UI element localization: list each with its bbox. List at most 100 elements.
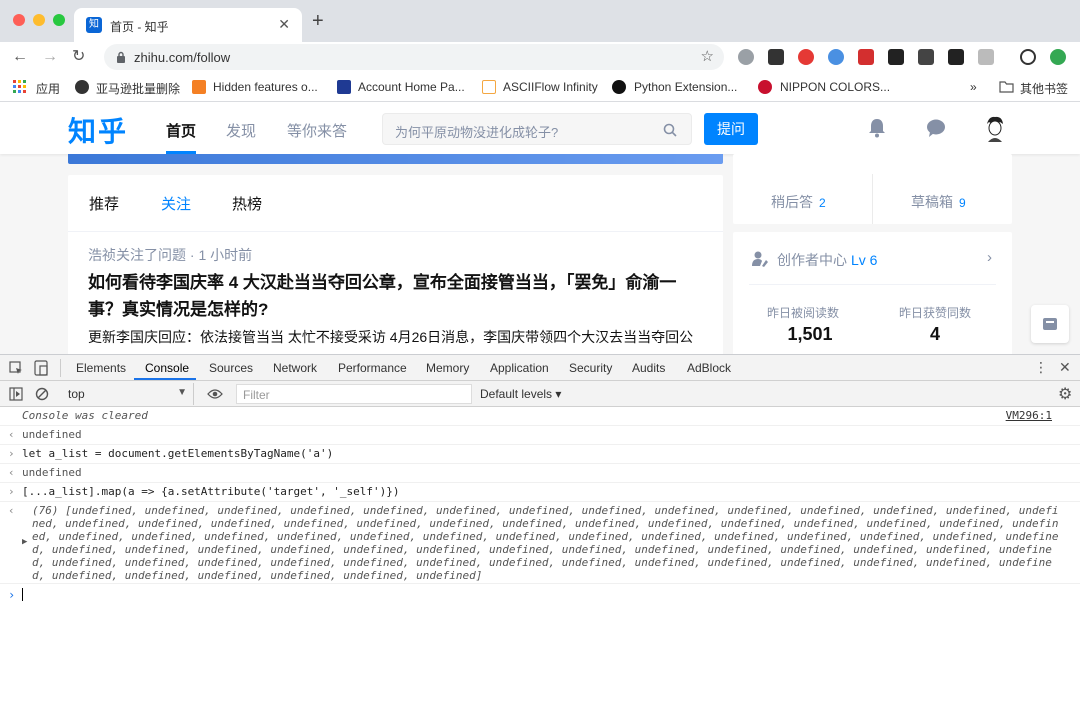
extension-icon[interactable]	[948, 49, 964, 65]
tab-following[interactable]: 关注	[161, 193, 191, 214]
creator-center-label: 创作者中心	[777, 252, 847, 268]
inspect-element-icon[interactable]	[9, 361, 23, 375]
context-value: top	[68, 387, 85, 401]
browser-titlebar: 知 首页 - 知乎 ✕ +	[0, 0, 1080, 42]
tab-sources[interactable]: Sources	[209, 361, 253, 375]
chevron-right-icon[interactable]: ›	[987, 249, 992, 266]
log-levels-dropdown[interactable]: Default levels ▾	[480, 387, 561, 401]
extension-icon[interactable]	[798, 49, 814, 65]
maximize-window-button[interactable]	[53, 14, 65, 26]
extension-icon[interactable]	[978, 49, 994, 65]
filter-placeholder: Filter	[243, 388, 270, 402]
expand-triangle-icon[interactable]: ▶	[22, 537, 27, 547]
browser-tab[interactable]: 知 首页 - 知乎 ✕	[74, 8, 302, 42]
tab-close-icon[interactable]: ✕	[278, 16, 290, 33]
context-select[interactable]: top ▼	[60, 383, 194, 405]
more-options-icon[interactable]: ⋮	[1034, 359, 1048, 376]
input-arrow-icon: ›	[8, 447, 15, 460]
tab-console[interactable]: Console	[145, 361, 189, 375]
feed-item-meta[interactable]: 浩祯关注了问题 · 1 小时前	[88, 245, 252, 265]
eye-icon[interactable]	[207, 388, 223, 400]
banner-strip	[68, 154, 723, 164]
console-command[interactable]: let a_list = document.getElementsByTagNa…	[22, 447, 333, 460]
tab-security[interactable]: Security	[569, 361, 612, 375]
message-icon[interactable]	[926, 118, 946, 138]
zhihu-logo[interactable]: 知乎	[68, 110, 128, 150]
extension-icon[interactable]	[738, 49, 754, 65]
source-link[interactable]: VM296:1	[1006, 409, 1052, 422]
back-arrow-icon[interactable]: ←	[12, 48, 28, 66]
browser-toolbar: ← → ↻ zhihu.com/follow ☆	[0, 42, 1080, 72]
drafts-link[interactable]: 草稿箱 9	[911, 192, 966, 212]
tab-adblock[interactable]: AdBlock	[687, 361, 731, 375]
extension-icon[interactable]	[768, 49, 784, 65]
other-bookmarks[interactable]: 其他书签	[1020, 80, 1068, 97]
dropdown-arrow-icon: ▼	[177, 387, 187, 398]
nav-discover[interactable]: 发现	[226, 120, 256, 141]
minimize-window-button[interactable]	[33, 14, 45, 26]
extension-icon[interactable]	[828, 49, 844, 65]
bookmark-item[interactable]: NIPPON COLORS...	[780, 80, 890, 94]
active-tab-indicator	[134, 378, 196, 380]
tab-application[interactable]: Application	[490, 361, 549, 375]
new-tab-button[interactable]: +	[312, 11, 324, 31]
tab-recommend[interactable]: 推荐	[89, 193, 119, 214]
extension-icon[interactable]	[918, 49, 934, 65]
devtools-tabbar: Elements Console Sources Network Perform…	[0, 355, 1080, 381]
stackoverflow-favicon-icon	[192, 80, 206, 94]
bookmark-star-icon[interactable]: ☆	[701, 47, 714, 65]
nav-home[interactable]: 首页	[166, 120, 196, 141]
inbox-icon	[1043, 318, 1057, 330]
bookmark-item[interactable]: Hidden features o...	[213, 80, 318, 94]
close-devtools-icon[interactable]: ✕	[1059, 359, 1071, 376]
tab-performance[interactable]: Performance	[338, 361, 407, 375]
console-filter-input[interactable]: Filter	[236, 384, 472, 404]
tab-elements[interactable]: Elements	[76, 361, 126, 375]
console-settings-gear-icon[interactable]: ⚙	[1058, 384, 1072, 404]
extension-icon[interactable]	[888, 49, 904, 65]
floating-action-button[interactable]	[1031, 305, 1069, 343]
nav-waiting[interactable]: 等你来答	[287, 120, 347, 141]
device-toolbar-icon[interactable]	[34, 360, 48, 376]
avatar[interactable]	[983, 114, 1007, 142]
forward-arrow-icon[interactable]: →	[42, 48, 58, 66]
url-text: zhihu.com/follow	[134, 50, 231, 65]
bookmark-item[interactable]: ASCIIFlow Infinity	[503, 80, 598, 94]
feed-item-excerpt[interactable]: 更新李国庆回应：依法接管当当 太忙不接受采访 4月26日消息，李国庆带领四个大汉…	[88, 327, 708, 347]
extension-icon[interactable]	[1050, 49, 1066, 65]
tab-network[interactable]: Network	[273, 361, 317, 375]
creator-level: Lv 6	[851, 252, 878, 268]
console-command[interactable]: [...a_list].map(a => {a.setAttribute('ta…	[22, 485, 400, 498]
extension-icon[interactable]	[858, 49, 874, 65]
tab-memory[interactable]: Memory	[426, 361, 469, 375]
bookmark-item[interactable]: Python Extension...	[634, 80, 737, 94]
sidebar-toggle-icon[interactable]	[9, 387, 23, 401]
tab-audits[interactable]: Audits	[632, 361, 665, 375]
console-line: ‹ undefined	[0, 464, 1080, 483]
zhihu-favicon-icon: 知	[86, 17, 102, 33]
bookmark-apps[interactable]: 应用	[36, 80, 60, 97]
extension-icon[interactable]	[1020, 49, 1036, 65]
close-window-button[interactable]	[13, 14, 25, 26]
console-result: undefined	[22, 466, 82, 479]
card-divider	[749, 284, 996, 285]
bell-icon[interactable]	[868, 118, 886, 138]
creator-center-link[interactable]: 创作者中心 Lv 6	[777, 250, 877, 270]
apps-grid-icon	[13, 80, 26, 93]
clear-console-icon[interactable]	[35, 387, 49, 401]
bookmark-item[interactable]: 亚马逊批量删除	[96, 80, 180, 97]
search-input[interactable]: 为何平原动物没进化成轮子?	[382, 113, 692, 145]
feed-item-title[interactable]: 如何看待李国庆率 4 大汉赴当当夺回公章，宣布全面接管当当，「罢免」俞渝一事？真…	[88, 269, 698, 323]
later-answer-link[interactable]: 稍后答 2	[771, 192, 826, 212]
tab-hot[interactable]: 热榜	[232, 193, 262, 214]
ask-button[interactable]: 提问	[704, 113, 758, 145]
reload-icon[interactable]: ↻	[72, 48, 85, 66]
bookmark-item[interactable]: Account Home Pa...	[358, 80, 465, 94]
bookmark-favicon-icon	[75, 80, 89, 94]
console-prompt-input[interactable]	[22, 588, 23, 601]
search-icon[interactable]	[663, 123, 677, 137]
bookmarks-overflow-button[interactable]: »	[970, 80, 977, 94]
address-bar[interactable]: zhihu.com/follow ☆	[104, 44, 724, 70]
array-result[interactable]: (76) [undefined, undefined, undefined, u…	[32, 504, 1062, 582]
console-line: ‹ undefined	[0, 426, 1080, 445]
